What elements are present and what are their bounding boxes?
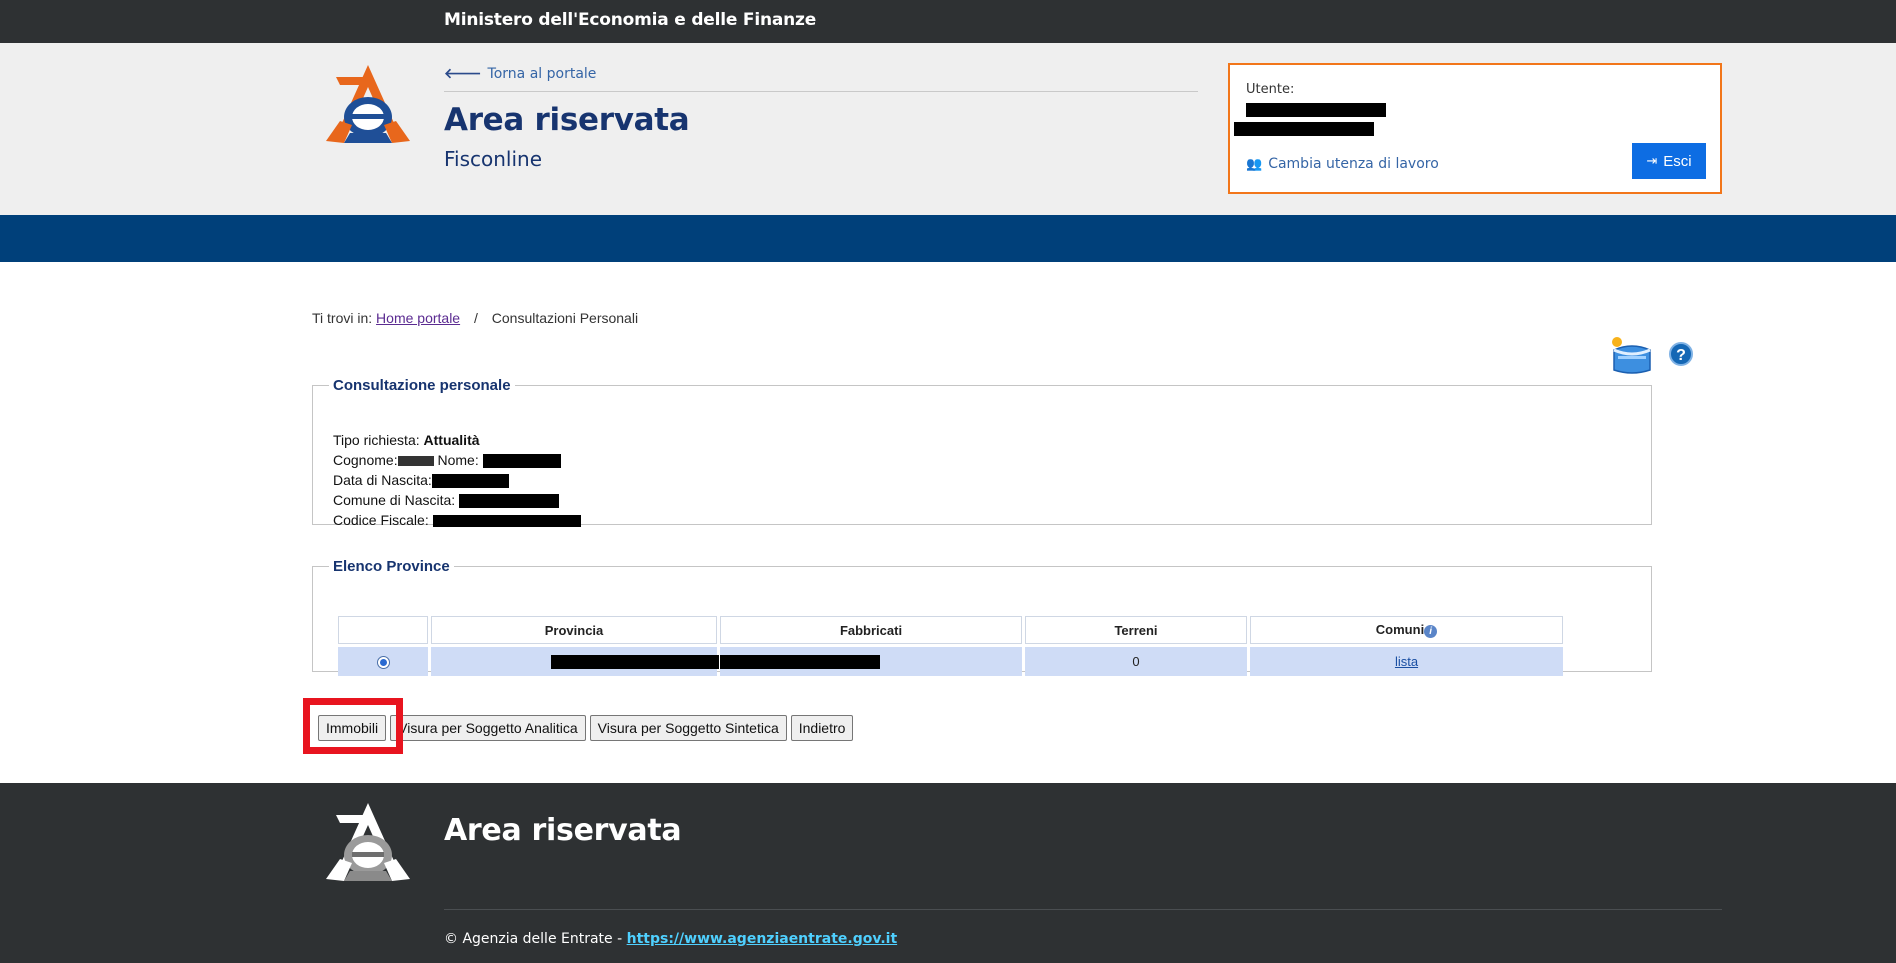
info-icon[interactable]: i	[1424, 624, 1438, 638]
breadcrumb-current: Consultazioni Personali	[491, 310, 639, 326]
toolbox-icon[interactable]	[1610, 336, 1654, 376]
change-user-label: Cambia utenza di lavoro	[1268, 156, 1439, 172]
exit-button[interactable]: ⇥ Esci	[1632, 143, 1706, 179]
visura-sintetica-button[interactable]: Visura per Soggetto Sintetica	[589, 715, 787, 741]
exit-button-label: Esci	[1663, 152, 1692, 170]
header-terreni: Terreni	[1025, 616, 1247, 644]
copyright-text: © Agenzia delle Entrate -	[444, 931, 627, 947]
tipo-value: Attualità	[423, 432, 480, 448]
back-to-portal-link[interactable]: 🡐 Torna al portale	[444, 65, 596, 82]
help-icon[interactable]: ?	[1669, 342, 1693, 366]
immobili-highlight-box	[303, 698, 403, 754]
agenzia-logo-footer	[326, 803, 410, 881]
comune-row: Comune di Nascita:	[333, 490, 581, 510]
header-select	[338, 616, 428, 644]
redacted-cognome	[397, 456, 434, 467]
province-legend: Elenco Province	[333, 558, 450, 575]
header-comuni-label: Comuni	[1375, 622, 1425, 638]
header-divider	[444, 91, 1198, 92]
redacted-provincia	[551, 655, 719, 669]
redacted-codice-fiscale	[432, 515, 581, 528]
comuni-lista-link[interactable]: lista	[1395, 654, 1418, 669]
redacted-nome	[482, 454, 561, 469]
breadcrumb: Ti trovi in: Home portale / Consultazion…	[312, 310, 638, 326]
cf-label: Codice Fiscale:	[333, 512, 429, 528]
breadcrumb-separator: /	[473, 310, 478, 326]
ministry-name: Ministero dell'Economia e delle Finanze	[444, 10, 817, 30]
footer-copyright: © Agenzia delle Entrate - https://www.ag…	[444, 931, 897, 947]
footer: Area riservata © Agenzia delle Entrate -…	[0, 783, 1896, 963]
comuni-cell: lista	[1250, 647, 1563, 676]
province-fieldset: Elenco Province Provincia Fabbricati Ter…	[312, 558, 1652, 676]
header-provincia: Provincia	[431, 616, 717, 644]
comune-label: Comune di Nascita:	[333, 492, 456, 508]
agenzia-website-link[interactable]: https://www.agenziaentrate.gov.it	[627, 931, 898, 947]
redacted-user-name	[1246, 103, 1386, 117]
page-subtitle: Fisconline	[444, 147, 543, 171]
breadcrumb-home-link[interactable]: Home portale	[376, 310, 460, 326]
province-table: Provincia Fabbricati Terreni Comuni i 0 l…	[335, 613, 1566, 679]
nav-band	[0, 215, 1896, 262]
redacted-data-nascita	[431, 474, 509, 489]
footer-divider	[444, 909, 1722, 910]
cf-row: Codice Fiscale:	[333, 510, 581, 530]
row-select-cell	[338, 647, 428, 676]
indietro-button[interactable]: Indietro	[790, 715, 854, 741]
visura-analitica-button[interactable]: Visura per Soggetto Analitica	[390, 715, 586, 741]
tipo-row: Tipo richiesta: Attualità	[333, 430, 581, 450]
fabbricati-cell	[720, 647, 1022, 676]
consultazione-fieldset: Consultazione personale Tipo richiesta: …	[312, 377, 1652, 528]
page-title: Area riservata	[444, 102, 690, 138]
row-radio[interactable]	[376, 656, 390, 670]
header-fabbricati: Fabbricati	[720, 616, 1022, 644]
tipo-label: Tipo richiesta:	[333, 432, 420, 448]
nome-label: Nome:	[437, 452, 479, 468]
nascita-row: Data di Nascita:	[333, 470, 581, 490]
header: 🡐 Torna al portale Area riservata Fisconl…	[0, 43, 1896, 215]
agenzia-logo	[326, 65, 410, 143]
redacted-fabbricati	[720, 655, 880, 669]
nascita-label: Data di Nascita:	[333, 472, 432, 488]
table-row[interactable]: 0 lista	[338, 647, 1563, 676]
user-panel: Utente: 👥 Cambia utenza di lavoro ⇥ Esci	[1228, 63, 1722, 194]
nome-row: Cognome: Nome:	[333, 450, 581, 470]
consultazione-legend: Consultazione personale	[333, 377, 511, 394]
user-label: Utente:	[1246, 82, 1295, 97]
users-icon: 👥	[1246, 157, 1263, 172]
cognome-label: Cognome:	[333, 452, 398, 468]
redacted-user-code	[1234, 122, 1374, 136]
footer-title: Area riservata	[444, 813, 682, 848]
breadcrumb-prefix: Ti trovi in:	[312, 310, 373, 326]
sign-out-icon: ⇥	[1646, 153, 1658, 168]
arrow-left-icon: 🡐	[444, 66, 482, 82]
consultazione-details: Tipo richiesta: Attualità Cognome: Nome:…	[333, 430, 581, 530]
table-header-row: Provincia Fabbricati Terreni Comuni i	[338, 616, 1563, 644]
provincia-cell	[431, 647, 719, 676]
header-comuni: Comuni i	[1250, 616, 1563, 644]
back-link-label: Torna al portale	[487, 66, 597, 82]
ministry-topbar: Ministero dell'Economia e delle Finanze	[0, 0, 1896, 43]
redacted-comune	[459, 494, 560, 509]
change-user-link[interactable]: 👥 Cambia utenza di lavoro	[1246, 156, 1439, 172]
terreni-cell: 0	[1025, 647, 1247, 676]
